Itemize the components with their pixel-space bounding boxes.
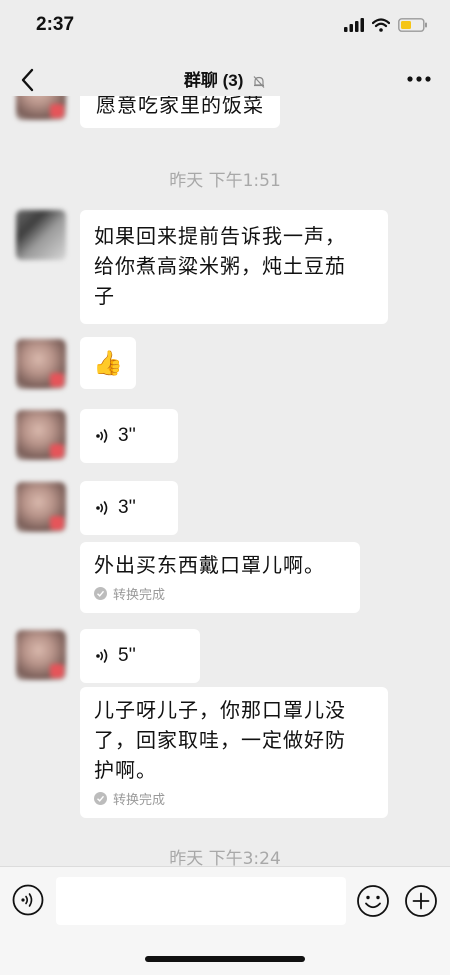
voice-message[interactable]: 5''	[80, 629, 200, 683]
transcript-status: 转换完成	[94, 789, 374, 808]
voice-wave-icon	[96, 429, 108, 443]
status-icons	[344, 18, 428, 32]
transcript-text-line: 儿子呀儿子，你那口罩儿没	[94, 698, 346, 722]
chat-title-text: 群聊 (3)	[183, 71, 244, 90]
chat-title: 群聊 (3)	[0, 66, 450, 91]
voice-transcript-bubble[interactable]: 外出买东西戴口罩儿啊。 转换完成	[80, 542, 360, 613]
voice-duration: 5''	[118, 645, 136, 666]
transcript-status-text: 转换完成	[113, 588, 166, 603]
voice-message[interactable]: 3''	[80, 409, 178, 463]
timestamp: 昨天 下午3:24	[169, 849, 281, 866]
transcript-status: 转换完成	[94, 584, 346, 603]
voice-input-icon[interactable]	[12, 884, 44, 916]
voice-wave-icon	[96, 501, 108, 515]
voice-transcript-bubble[interactable]: 儿子呀儿子，你那口罩儿没 了，回家取哇，一定做好防 护啊。 转换完成	[80, 687, 388, 818]
emoji-icon[interactable]	[356, 884, 390, 918]
plus-icon[interactable]	[404, 884, 438, 918]
signal-icon	[344, 18, 364, 32]
status-time: 2:37	[36, 14, 75, 35]
transcript-status-text: 转换完成	[113, 793, 166, 808]
message-text-line: 子	[94, 284, 115, 308]
mute-bell-icon	[253, 75, 265, 88]
avatar[interactable]	[16, 410, 66, 460]
more-options-icon[interactable]	[406, 74, 432, 84]
battery-icon	[398, 18, 427, 32]
transcript-text: 外出买东西戴口罩儿啊。	[94, 553, 325, 577]
chat-area[interactable]: 愿意吃家里的饭菜 昨天 下午1:51 如果回来提前告诉我一声， 给你煮高粱米粥，…	[0, 96, 450, 866]
thumbs-up-emoji: 👍	[93, 349, 123, 377]
timestamp: 昨天 下午1:51	[169, 171, 281, 191]
avatar[interactable]	[16, 210, 66, 260]
check-circle-icon	[94, 792, 107, 805]
home-indicator	[145, 956, 305, 962]
wifi-icon	[372, 18, 390, 32]
avatar[interactable]	[16, 96, 66, 120]
message-input[interactable]	[56, 877, 346, 925]
avatar[interactable]	[16, 482, 66, 532]
message-bubble-text[interactable]: 如果回来提前告诉我一声， 给你煮高粱米粥，炖土豆茄 子	[80, 210, 388, 324]
message-text-line: 如果回来提前告诉我一声，	[94, 224, 346, 248]
voice-duration: 3''	[118, 425, 136, 446]
message-bubble-emoji[interactable]: 👍	[80, 337, 136, 389]
check-circle-icon	[94, 587, 107, 600]
voice-wave-icon	[96, 649, 108, 663]
transcript-text-line: 了，回家取哇，一定做好防	[94, 728, 346, 752]
message-bubble-text[interactable]: 愿意吃家里的饭菜	[80, 96, 280, 128]
status-bar: 2:37	[0, 0, 450, 52]
voice-message[interactable]: 3''	[80, 481, 178, 535]
voice-duration: 3''	[118, 497, 136, 518]
message-text: 愿意吃家里的饭菜	[96, 96, 264, 117]
avatar[interactable]	[16, 339, 66, 389]
avatar[interactable]	[16, 630, 66, 680]
message-text-line: 给你煮高粱米粥，炖土豆茄	[94, 254, 346, 278]
transcript-text-line: 护啊。	[94, 758, 157, 782]
